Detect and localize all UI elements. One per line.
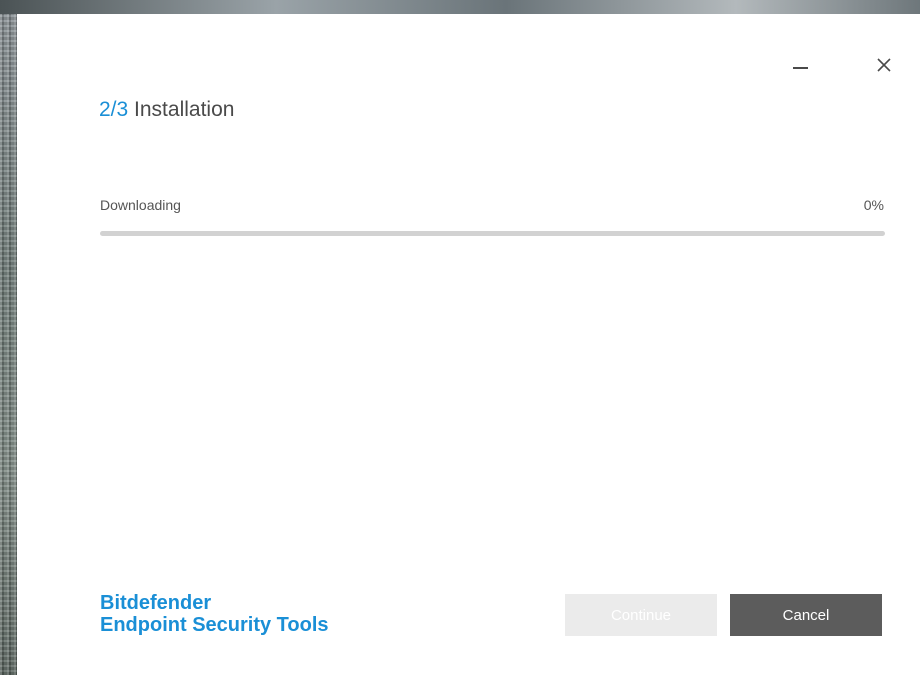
title-text: Installation xyxy=(134,98,235,121)
progress-bar xyxy=(100,231,885,236)
close-button[interactable] xyxy=(869,50,899,80)
progress-label: Downloading xyxy=(100,197,181,213)
brand-name: Bitdefender xyxy=(100,592,212,614)
page-title: 2/3 Installation xyxy=(99,98,234,122)
minimize-icon xyxy=(793,67,808,69)
brand-logo: Bitdefender Endpoint Security Tools xyxy=(100,592,329,636)
cancel-button[interactable]: Cancel xyxy=(730,594,882,636)
desktop-background xyxy=(0,0,920,14)
minimize-button[interactable] xyxy=(785,50,815,80)
progress-percent: 0% xyxy=(863,197,884,213)
step-indicator: 2/3 xyxy=(99,98,129,121)
close-icon xyxy=(877,58,891,72)
brand-product: Endpoint Security Tools xyxy=(100,614,329,636)
continue-button[interactable]: Continue xyxy=(565,594,717,636)
installer-dialog: 2/3 Installation Downloading 0% Bitdefen… xyxy=(17,14,920,675)
